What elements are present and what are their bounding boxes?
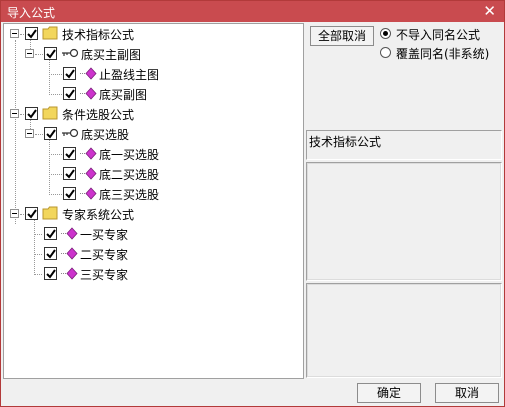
folder-icon — [42, 106, 58, 120]
radio-dot[interactable] — [380, 47, 391, 58]
tree-node[interactable]: 底一买选股 — [4, 144, 304, 164]
gem-icon — [80, 147, 97, 160]
key-icon — [62, 128, 79, 138]
tree-node[interactable]: 底买副图 — [4, 84, 304, 104]
gem-icon — [80, 67, 97, 80]
gem-icon — [80, 187, 97, 200]
node-checkbox[interactable] — [63, 187, 76, 200]
tree-node[interactable]: 二买专家 — [4, 244, 304, 264]
window-title: 导入公式 — [7, 6, 56, 20]
tree-node[interactable]: 底二买选股 — [4, 164, 304, 184]
tree-node[interactable]: 一买专家 — [4, 224, 304, 244]
node-checkbox[interactable] — [44, 127, 57, 140]
node-checkbox[interactable] — [63, 87, 76, 100]
node-label: 三买专家 — [80, 268, 129, 282]
collapse-toggle[interactable] — [25, 49, 34, 58]
close-icon[interactable]: ✕ — [483, 2, 496, 20]
dialog-footer: 确定 取消 — [1, 379, 504, 407]
tree-node[interactable]: 止盈线主图 — [4, 64, 304, 84]
category-label: 技术指标公式 — [309, 135, 382, 149]
ok-button[interactable]: 确定 — [357, 383, 421, 403]
node-checkbox[interactable] — [63, 67, 76, 80]
gem-icon — [80, 87, 97, 100]
key-icon — [62, 48, 79, 58]
node-label: 底买副图 — [99, 88, 148, 102]
node-checkbox[interactable] — [44, 267, 57, 280]
node-label: 底一买选股 — [99, 148, 160, 162]
category-box: 技术指标公式 — [306, 130, 502, 160]
node-checkbox[interactable] — [25, 107, 38, 120]
tree-node[interactable]: 底三买选股 — [4, 184, 304, 204]
node-label: 底买主副图 — [81, 48, 142, 62]
import-formula-dialog: 导入公式 ✕ 技术指标公式 底买主副图 止盈线主图 底买副图 条件选股公式 底买… — [0, 0, 505, 407]
tree-node[interactable]: 三买专家 — [4, 264, 304, 284]
collapse-toggle[interactable] — [25, 129, 34, 138]
title-bar[interactable]: 导入公式 ✕ — [1, 1, 504, 22]
node-checkbox[interactable] — [44, 227, 57, 240]
gem-icon — [61, 227, 78, 240]
node-checkbox[interactable] — [44, 247, 57, 260]
folder-icon — [42, 206, 58, 220]
node-label: 底买选股 — [81, 128, 130, 142]
radio-dot[interactable] — [380, 28, 391, 39]
cancel-all-button[interactable]: 全部取消 — [310, 26, 374, 46]
formula-tree[interactable]: 技术指标公式 底买主副图 止盈线主图 底买副图 条件选股公式 底买选股 底一买选… — [3, 23, 304, 379]
radio-no-import[interactable]: 不导入同名公式 — [380, 26, 500, 42]
node-label: 底三买选股 — [99, 188, 160, 202]
node-checkbox[interactable] — [63, 167, 76, 180]
node-label: 底二买选股 — [99, 168, 160, 182]
radio-label: 覆盖同名(非系统) — [396, 47, 490, 61]
radio-label: 不导入同名公式 — [396, 28, 481, 42]
node-checkbox[interactable] — [25, 207, 38, 220]
node-label: 条件选股公式 — [62, 108, 135, 122]
gem-icon — [61, 267, 78, 280]
description-box-top — [306, 162, 502, 281]
node-label: 止盈线主图 — [99, 68, 160, 82]
tree-node[interactable]: 专家系统公式 — [4, 204, 304, 224]
collapse-toggle[interactable] — [10, 29, 19, 38]
radio-overwrite[interactable]: 覆盖同名(非系统) — [380, 45, 500, 61]
folder-icon — [42, 26, 58, 40]
node-label: 专家系统公式 — [62, 208, 135, 222]
node-label: 二买专家 — [80, 248, 129, 262]
node-checkbox[interactable] — [63, 147, 76, 160]
description-box-bottom — [306, 283, 502, 378]
cancel-button[interactable]: 取消 — [435, 383, 499, 403]
node-label: 技术指标公式 — [62, 28, 135, 42]
collapse-toggle[interactable] — [10, 109, 19, 118]
node-label: 一买专家 — [80, 228, 129, 242]
node-checkbox[interactable] — [44, 47, 57, 60]
node-checkbox[interactable] — [25, 27, 38, 40]
gem-icon — [80, 167, 97, 180]
gem-icon — [61, 247, 78, 260]
tree-node[interactable]: 技术指标公式 — [4, 24, 304, 44]
collapse-toggle[interactable] — [10, 209, 19, 218]
tree-node[interactable]: 条件选股公式 — [4, 104, 304, 124]
tree-node[interactable]: 底买选股 — [4, 124, 304, 144]
tree-node[interactable]: 底买主副图 — [4, 44, 304, 64]
